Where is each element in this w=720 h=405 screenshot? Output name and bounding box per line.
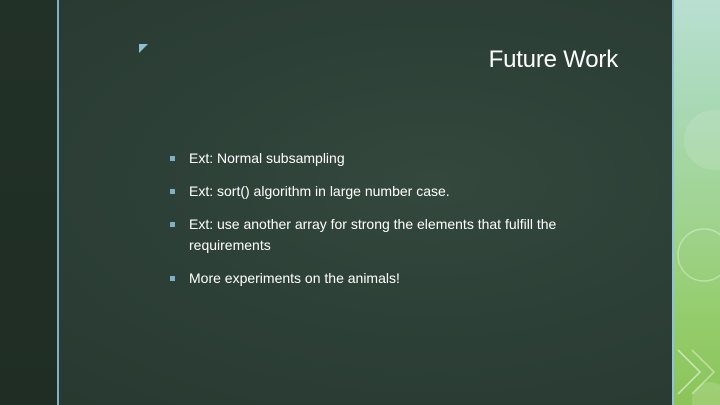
- bullet-text: Ext: sort() algorithm in large number ca…: [189, 183, 450, 199]
- slide: Future Work Ext: Normal subsampling Ext:…: [0, 0, 720, 405]
- left-decor-strip: [0, 0, 57, 405]
- bullet-item: More experiments on the animals!: [170, 268, 610, 289]
- bullet-item: Ext: Normal subsampling: [170, 148, 610, 169]
- slide-title: Future Work: [488, 46, 619, 73]
- square-bullet-icon: [170, 156, 175, 161]
- square-bullet-icon: [170, 276, 175, 281]
- left-accent-line: [57, 0, 59, 405]
- bullet-text: Ext: use another array for strong the el…: [189, 216, 557, 253]
- right-decor-strip: [674, 0, 720, 405]
- decor-shapes: [677, 110, 720, 405]
- square-bullet-icon: [170, 189, 175, 194]
- bullet-item: Ext: sort() algorithm in large number ca…: [170, 181, 610, 202]
- corner-triangle-icon: [139, 44, 148, 53]
- bullet-text: Ext: Normal subsampling: [189, 150, 345, 166]
- square-bullet-icon: [170, 222, 175, 227]
- bullet-text: More experiments on the animals!: [189, 270, 400, 286]
- bullet-list: Ext: Normal subsampling Ext: sort() algo…: [170, 148, 610, 301]
- bullet-item: Ext: use another array for strong the el…: [170, 214, 610, 256]
